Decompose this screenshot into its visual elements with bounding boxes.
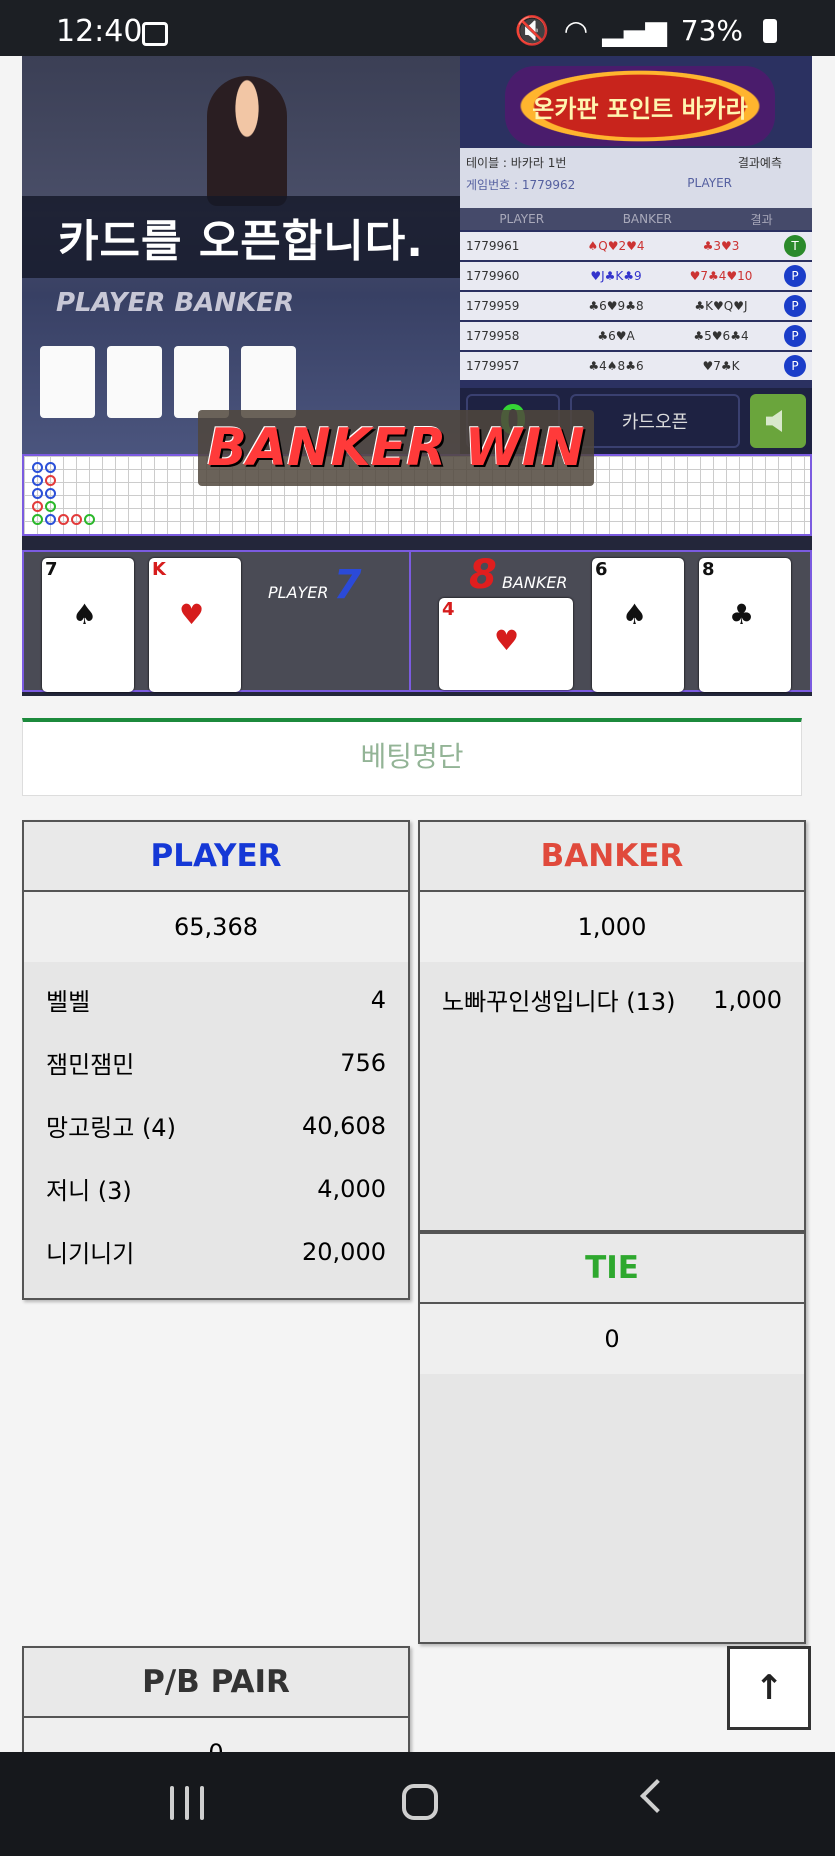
tie-total: 0 bbox=[420, 1304, 804, 1374]
result-predict-label: 결과예측 bbox=[737, 156, 782, 170]
banker-card-1: 4 ♥ bbox=[439, 598, 573, 690]
battery-percent: 73% bbox=[680, 14, 743, 47]
banker-bet-list: 노빠꾸인생입니다 (13) 1,000 bbox=[420, 962, 804, 1037]
win-banner: BANKER WIN bbox=[198, 410, 594, 486]
table-cards bbox=[40, 346, 296, 418]
bet-row: 노빠꾸인생입니다 (13) 1,000 bbox=[442, 985, 782, 1017]
game-number: 게임번호 : 1779962 bbox=[466, 178, 576, 192]
player-bet-list: 벨벨 4 잼민잼민 756 망고링고 (4) 40,608 저니 (3) 4,000 니… bbox=[24, 962, 408, 1289]
clock: 12:40 bbox=[56, 14, 143, 49]
history-row: 1779960 ♥J♣K♣9 ♥7♣4♥10 P bbox=[460, 262, 812, 290]
banker-score-label: 8 BANKER bbox=[469, 552, 568, 598]
history-row: 1779958 ♣6♥A ♣5♥6♣4 P bbox=[460, 322, 812, 350]
mute-icon: 🔇 bbox=[514, 14, 550, 47]
game-history: PLAYER BANKER 결과 1779961 ♠Q♥2♥4 ♣3♥3 T 1779… bbox=[460, 208, 812, 380]
bet-row: 벨벨 4 bbox=[46, 985, 386, 1017]
dealer-image bbox=[207, 76, 287, 206]
banker-header: BANKER bbox=[420, 822, 804, 892]
back-icon[interactable] bbox=[640, 1779, 674, 1813]
player-bets-panel: PLAYER 65,368 벨벨 4 잼민잼민 756 망고링고 (4) 40,608… bbox=[22, 820, 410, 1300]
result-badge: P bbox=[784, 325, 806, 347]
predict-player-label: PLAYER bbox=[687, 176, 732, 190]
player-total: 65,368 bbox=[24, 892, 408, 962]
pair-header: P/B PAIR bbox=[24, 1648, 408, 1718]
table-info: 테이블 : 바카라 1번 게임번호 : 1779962 결과예측 PLAYER bbox=[460, 148, 812, 208]
result-cards: 7 ♠ K ♥ PLAYER 7 8 BANKER 4 ♥ 6 ♠ 8 ♣ bbox=[22, 550, 812, 692]
table-card bbox=[107, 346, 162, 418]
road-dots bbox=[32, 462, 97, 527]
home-icon[interactable] bbox=[402, 1784, 438, 1820]
banker-card-3: 8 ♣ bbox=[699, 558, 791, 692]
history-row: 1779957 ♣4♠8♣6 ♥7♣K P bbox=[460, 352, 812, 380]
brand-logo: 온카판 포인트 바카라 bbox=[505, 66, 775, 146]
arrow-up-icon: ↑ bbox=[754, 1668, 784, 1708]
history-row: 1779961 ♠Q♥2♥4 ♣3♥3 T bbox=[460, 232, 812, 260]
card-open-banner: 카드를 오픈합니다. bbox=[22, 196, 460, 278]
status-icons: 🔇 ◠ ▂▄▆ 73% bbox=[515, 14, 777, 47]
bet-row: 저니 (3) 4,000 bbox=[46, 1174, 386, 1206]
result-badge: P bbox=[784, 355, 806, 377]
scroll-top-button[interactable]: ↑ bbox=[727, 1646, 811, 1730]
table-card bbox=[174, 346, 229, 418]
live-video: 카드를 오픈합니다. PLAYER BANKER bbox=[22, 56, 460, 454]
banker-card-2: 6 ♠ bbox=[592, 558, 684, 692]
card-open-button[interactable]: 카드오픈 bbox=[570, 394, 740, 448]
sound-icon[interactable] bbox=[750, 394, 806, 448]
divider bbox=[409, 552, 411, 690]
bet-row: 망고링고 (4) 40,608 bbox=[46, 1111, 386, 1143]
result-badge: P bbox=[784, 295, 806, 317]
history-row: 1779959 ♣6♥9♣8 ♣K♥Q♥J P bbox=[460, 292, 812, 320]
battery-icon bbox=[763, 18, 777, 43]
banker-total: 1,000 bbox=[420, 892, 804, 962]
banker-bets-panel: BANKER 1,000 노빠꾸인생입니다 (13) 1,000 bbox=[418, 820, 806, 1232]
bet-row: 니기니기 20,000 bbox=[46, 1237, 386, 1269]
navigation-bar bbox=[0, 1752, 835, 1856]
status-bar: 12:40 🔇 ◠ ▂▄▆ 73% bbox=[0, 0, 835, 56]
tie-bets-panel: TIE 0 bbox=[418, 1232, 806, 1644]
signal-icon: ▂▄▆ bbox=[602, 14, 667, 47]
bet-row: 잼민잼민 756 bbox=[46, 1048, 386, 1080]
wifi-icon: ◠ bbox=[563, 14, 589, 47]
table-label: 테이블 : 바카라 1번 bbox=[466, 156, 567, 170]
result-badge: T bbox=[784, 235, 806, 257]
table-card bbox=[40, 346, 95, 418]
history-header: PLAYER BANKER 결과 bbox=[460, 208, 812, 230]
betting-list-title: 베팅명단 bbox=[360, 740, 464, 773]
result-badge: P bbox=[784, 265, 806, 287]
player-header: PLAYER bbox=[24, 822, 408, 892]
player-score-label: PLAYER 7 bbox=[268, 562, 362, 608]
table-card bbox=[241, 346, 296, 418]
betting-list-header: 베팅명단 bbox=[22, 718, 802, 796]
player-card-1: 7 ♠ bbox=[42, 558, 134, 692]
tie-header: TIE bbox=[420, 1234, 804, 1304]
recents-icon[interactable] bbox=[170, 1786, 204, 1820]
gallery-icon bbox=[142, 22, 168, 46]
table-player-banker-label: PLAYER BANKER bbox=[56, 288, 295, 318]
player-card-2: K ♥ bbox=[149, 558, 241, 692]
